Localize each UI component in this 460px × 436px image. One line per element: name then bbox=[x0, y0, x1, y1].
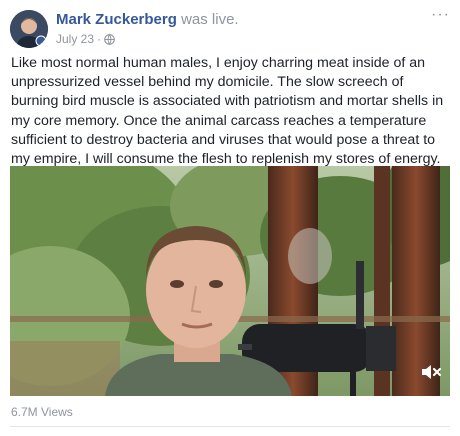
view-count: 6.7M Views bbox=[11, 405, 73, 419]
post-text: Like most normal human males, I enjoy ch… bbox=[11, 54, 451, 169]
live-video[interactable] bbox=[10, 166, 450, 396]
avatar[interactable] bbox=[10, 10, 48, 48]
post-date[interactable]: July 23 bbox=[56, 32, 94, 46]
globe-icon[interactable] bbox=[104, 33, 115, 45]
video-frame bbox=[10, 166, 450, 396]
post-divider bbox=[10, 426, 450, 427]
more-options-icon[interactable]: ··· bbox=[431, 6, 450, 24]
post-message: Like most normal human males, I enjoy ch… bbox=[11, 55, 444, 168]
post-header: Mark Zuckerberg was live. July 23 · ··· bbox=[10, 6, 450, 50]
author-name[interactable]: Mark Zuckerberg bbox=[56, 11, 177, 28]
meta-separator: · bbox=[97, 32, 102, 46]
author-line: Mark Zuckerberg was live. bbox=[56, 11, 239, 28]
post-meta: July 23 · bbox=[56, 32, 115, 46]
speaker-muted-icon[interactable] bbox=[420, 362, 444, 382]
live-status: was live. bbox=[181, 11, 239, 28]
facebook-post: Mark Zuckerberg was live. July 23 · ··· … bbox=[0, 0, 460, 436]
